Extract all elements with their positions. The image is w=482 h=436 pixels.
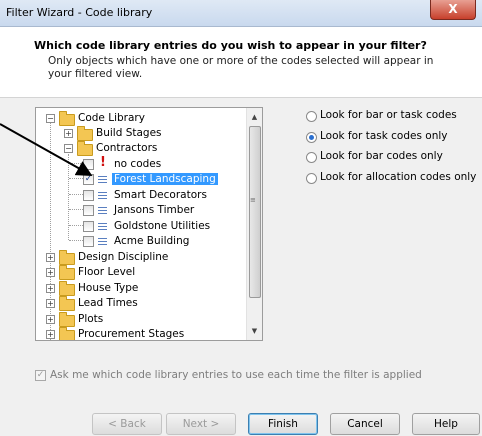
checkbox[interactable] (83, 221, 94, 232)
folder-icon (59, 250, 75, 265)
list-icon (98, 221, 107, 230)
folder-icon (59, 327, 75, 340)
title-bar: Filter Wizard - Code library X (0, 0, 482, 27)
folder-icon (59, 281, 75, 296)
ask-label: Ask me which code library entries to use… (50, 369, 422, 381)
folder-icon (59, 265, 75, 280)
folder-icon (59, 111, 75, 126)
radio-bar-or-task[interactable] (306, 111, 317, 122)
tree-label: Plots (78, 313, 104, 325)
list-icon (98, 174, 107, 183)
list-icon (98, 205, 107, 214)
expand-icon[interactable]: + (64, 129, 73, 138)
tree-label: Smart Decorators (114, 189, 207, 201)
radio-label-allocation-only[interactable]: Look for allocation codes only (320, 171, 476, 183)
checkbox[interactable] (83, 236, 94, 247)
expand-icon[interactable]: + (46, 268, 55, 277)
help-button[interactable]: Help (412, 413, 480, 435)
expand-icon[interactable]: + (46, 253, 55, 262)
list-icon (98, 190, 107, 199)
tree-label: Forest Landscaping (112, 173, 218, 185)
tree-label: Acme Building (114, 235, 190, 247)
tree-connector (69, 209, 83, 210)
cancel-button[interactable]: Cancel (330, 413, 400, 435)
scrollbar-thumb[interactable] (249, 126, 261, 298)
collapse-icon[interactable]: − (64, 144, 73, 153)
back-button[interactable]: < Back (92, 413, 162, 435)
tree-label: Procurement Stages (78, 328, 185, 340)
folder-icon (77, 126, 93, 141)
folder-icon (59, 312, 75, 327)
close-button[interactable]: X (430, 0, 476, 20)
page-question: Which code library entries do you wish t… (34, 39, 427, 52)
tree-label: Contractors (96, 142, 158, 154)
checkbox[interactable] (83, 205, 94, 216)
window-title: Filter Wizard - Code library (6, 6, 153, 19)
checkbox[interactable] (83, 159, 94, 170)
tree-label: Code Library (78, 112, 145, 124)
tree-connector (69, 194, 83, 195)
expand-icon[interactable]: + (46, 330, 55, 339)
tree-label: Goldstone Utilities (114, 220, 211, 232)
radio-label-task-only[interactable]: Look for task codes only (320, 130, 448, 142)
tree-label: Design Discipline (78, 251, 169, 263)
tree-connector (69, 178, 83, 179)
radio-label-bar-or-task[interactable]: Look for bar or task codes (320, 109, 457, 121)
tree-label: House Type (78, 282, 139, 294)
grip-icon: ≡ (250, 196, 256, 204)
collapse-icon[interactable]: − (46, 114, 55, 123)
checkbox[interactable] (83, 190, 94, 201)
folder-icon (77, 141, 93, 156)
folder-icon (59, 296, 75, 311)
page-description: Only objects which have one or more of t… (48, 55, 434, 80)
tree-connector (68, 154, 69, 240)
tree-scrollbar[interactable]: ▲ ≡ ▼ (246, 108, 262, 340)
expand-icon[interactable]: + (46, 299, 55, 308)
tree-connector (69, 240, 83, 241)
tree-label: no codes (114, 158, 162, 170)
expand-icon[interactable]: + (46, 315, 55, 324)
tree-connector (69, 225, 83, 226)
radio-label-bar-only[interactable]: Look for bar codes only (320, 150, 443, 162)
tree-label: Lead Times (78, 297, 138, 309)
code-library-tree[interactable]: − Code Library + Build Stages − Contract… (35, 107, 263, 341)
next-button[interactable]: Next > (166, 413, 236, 435)
tree-label: Floor Level (78, 266, 136, 278)
tree-connector (69, 163, 83, 164)
ask-checkbox[interactable]: ✓ (35, 370, 46, 381)
scroll-down-icon[interactable]: ▼ (247, 324, 262, 338)
checkbox-checked[interactable]: ✓ (83, 174, 94, 185)
tree-label: Build Stages (96, 127, 162, 139)
wizard-header: Which code library entries do you wish t… (0, 27, 482, 98)
scroll-up-icon[interactable]: ▲ (247, 110, 262, 124)
radio-allocation-only[interactable] (306, 173, 317, 184)
expand-icon[interactable]: + (46, 284, 55, 293)
finish-button[interactable]: Finish (248, 413, 318, 435)
tree-label: Jansons Timber (114, 204, 195, 216)
radio-task-only[interactable] (306, 132, 317, 143)
list-icon (98, 236, 107, 245)
radio-bar-only[interactable] (306, 152, 317, 163)
warning-icon: ! (100, 155, 106, 170)
